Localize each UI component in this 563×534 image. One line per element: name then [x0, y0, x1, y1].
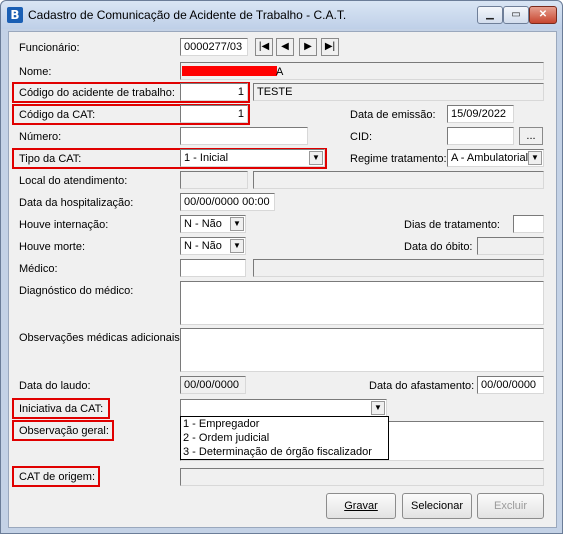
numero-label: Número: [19, 131, 62, 143]
chevron-down-icon[interactable]: ▼ [371, 401, 385, 415]
redaction-mark [182, 66, 277, 76]
iniciativa-cat-label: Iniciativa da CAT: [19, 403, 104, 415]
funcionario-label: Funcionário: [19, 42, 80, 54]
maximize-button[interactable]: ▭ [503, 6, 529, 24]
observacao-geral-label: Observação geral: [19, 425, 109, 437]
dropdown-option-empregador[interactable]: 1 - Empregador [181, 417, 388, 431]
excluir-button-label: Excluir [493, 500, 527, 512]
codigo-acidente-description: TESTE [253, 83, 544, 101]
iniciativa-cat-select[interactable]: ▼ [180, 399, 387, 417]
observacoes-medicas-label: Observações médicas adicionais: [19, 332, 183, 344]
cat-origem-field[interactable] [180, 468, 544, 486]
medico-name-field [253, 259, 544, 277]
selecionar-button[interactable]: Selecionar [402, 493, 472, 519]
app-logo-icon: B [7, 7, 23, 23]
last-record-icon[interactable]: ▶| [321, 38, 339, 56]
gravar-button[interactable]: Gravar [326, 493, 396, 519]
window-title: Cadastro de Comunicação de Acidente de T… [28, 8, 347, 22]
data-emissao-field[interactable]: 15/09/2022 [447, 105, 514, 123]
codigo-acidente-field[interactable]: 1 [180, 83, 248, 101]
data-afastamento-label: Data do afastamento: [369, 380, 475, 392]
data-laudo-label: Data do laudo: [19, 380, 91, 392]
data-obito-field[interactable] [477, 237, 544, 255]
tipo-cat-select[interactable]: 1 - Inicial ▼ [180, 149, 325, 167]
local-atendimento-label: Local do atendimento: [19, 175, 128, 187]
houve-internacao-select[interactable]: N - Não ▼ [180, 215, 246, 233]
data-emissao-label: Data de emissão: [350, 109, 436, 121]
selecionar-button-label: Selecionar [411, 500, 463, 512]
chevron-down-icon[interactable]: ▼ [528, 151, 542, 165]
houve-morte-label: Houve morte: [19, 241, 86, 253]
codigo-acidente-label: Código do acidente de trabalho: [19, 87, 175, 99]
houve-internacao-value: N - Não [184, 218, 222, 230]
data-hospitalizacao-field[interactable]: 00/00/0000 00:00 [180, 193, 275, 211]
cid-field[interactable] [447, 127, 514, 145]
tipo-cat-value: 1 - Inicial [184, 152, 229, 164]
cid-search-button[interactable]: ... [519, 127, 543, 145]
regime-tratamento-select[interactable]: A - Ambulatorial ▼ [447, 149, 544, 167]
first-record-icon[interactable]: |◀ [255, 38, 273, 56]
houve-internacao-label: Houve internação: [19, 219, 109, 231]
data-hospitalizacao-label: Data da hospitalização: [19, 197, 134, 209]
local-atendimento-code[interactable] [180, 171, 248, 189]
chevron-down-icon[interactable]: ▼ [230, 217, 244, 231]
gravar-button-label: Gravar [344, 500, 378, 512]
data-laudo-field[interactable]: 00/00/0000 [180, 376, 246, 394]
data-obito-label: Data do óbito: [404, 241, 473, 253]
numero-field[interactable] [180, 127, 308, 145]
medico-label: Médico: [19, 263, 58, 275]
dias-tratamento-label: Dias de tratamento: [404, 219, 500, 231]
diagnostico-label: Diagnóstico do médico: [19, 285, 134, 297]
excluir-button[interactable]: Excluir [477, 493, 544, 519]
dropdown-option-orgao-fiscalizador[interactable]: 3 - Determinação de órgão fiscalizador [181, 445, 388, 459]
data-afastamento-field[interactable]: 00/00/0000 [477, 376, 544, 394]
next-record-icon[interactable]: ▶ [299, 38, 317, 56]
minimize-button[interactable]: ▁ [477, 6, 503, 24]
diagnostico-textarea[interactable] [180, 281, 544, 325]
regime-tratamento-label: Regime tratamento: [350, 153, 447, 165]
dias-tratamento-field[interactable] [513, 215, 544, 233]
cat-origem-label: CAT de origem: [19, 471, 96, 483]
app-window: B Cadastro de Comunicação de Acidente de… [0, 0, 563, 534]
codigo-cat-label: Código da CAT: [19, 109, 96, 121]
observacoes-medicas-textarea[interactable] [180, 328, 544, 372]
codigo-cat-field[interactable]: 1 [180, 105, 248, 123]
houve-morte-value: N - Não [184, 240, 222, 252]
title-bar[interactable]: B Cadastro de Comunicação de Acidente de… [1, 1, 562, 29]
chevron-down-icon[interactable]: ▼ [309, 151, 323, 165]
cid-label: CID: [350, 131, 372, 143]
previous-record-icon[interactable]: ◀ [276, 38, 294, 56]
dropdown-option-ordem-judicial[interactable]: 2 - Ordem judicial [181, 431, 388, 445]
chevron-down-icon[interactable]: ▼ [230, 239, 244, 253]
funcionario-field[interactable]: 0000277/03 [180, 38, 248, 56]
nome-visible-suffix: A [276, 66, 284, 78]
medico-code-field[interactable] [180, 259, 246, 277]
form-body: Funcionário: 0000277/03 |◀ ◀ ▶ ▶| Nome: … [8, 31, 557, 528]
close-button[interactable]: ✕ [529, 6, 557, 24]
houve-morte-select[interactable]: N - Não ▼ [180, 237, 246, 255]
nome-label: Nome: [19, 66, 52, 78]
regime-tratamento-value: A - Ambulatorial [451, 152, 529, 164]
tipo-cat-label: Tipo da CAT: [19, 153, 82, 165]
local-atendimento-field [253, 171, 544, 189]
iniciativa-cat-dropdown-list: 1 - Empregador 2 - Ordem judicial 3 - De… [180, 416, 389, 460]
